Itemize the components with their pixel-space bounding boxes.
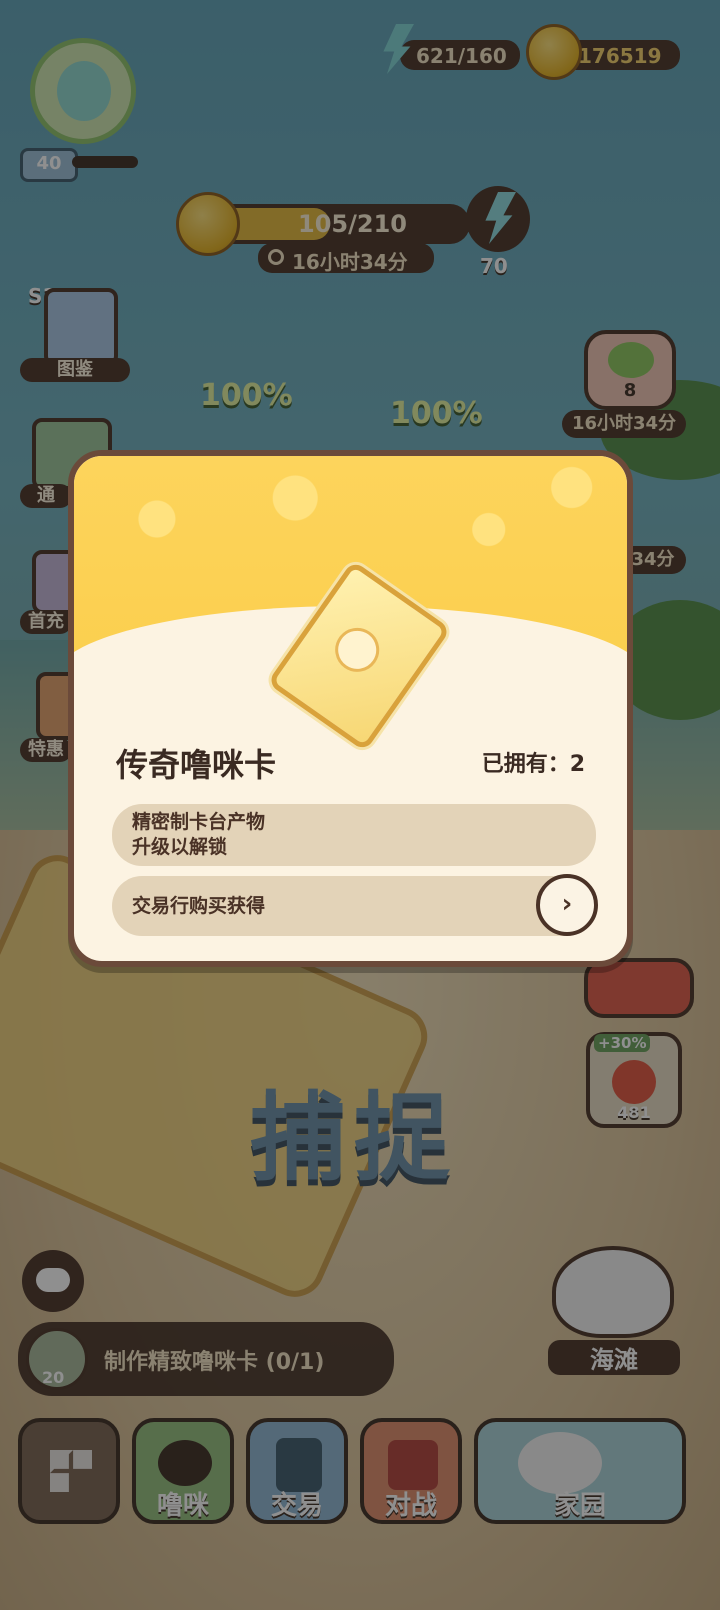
- source-workshop-line2: 升级以解锁: [132, 836, 228, 858]
- card-title: 传奇噜咪卡: [116, 746, 277, 784]
- source-workshop-line1: 精密制卡台产物: [132, 811, 266, 833]
- source-trade-label: 交易行购买获得: [132, 895, 266, 917]
- owned-count: 已拥有：2: [481, 752, 585, 777]
- card-emblem-icon: [326, 619, 388, 681]
- source-trade[interactable]: 交易行购买获得 ›: [112, 874, 598, 936]
- go-arrow-button[interactable]: ›: [536, 874, 598, 936]
- chevron-right-icon: ›: [561, 889, 573, 919]
- source-workshop: 精密制卡台产物 升级以解锁: [112, 804, 596, 866]
- card-info-modal: 传奇噜咪卡 已拥有：2 精密制卡台产物 升级以解锁 交易行购买获得 ›: [68, 450, 633, 967]
